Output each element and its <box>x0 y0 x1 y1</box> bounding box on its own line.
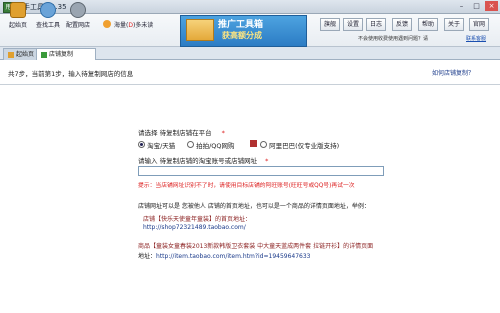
unread-count: )多未读 <box>132 22 154 29</box>
close-button[interactable]: × <box>485 1 498 11</box>
config-shop-label: 配置网店 <box>65 22 90 29</box>
settings-button[interactable]: 设置 <box>343 18 363 31</box>
shop-url-input[interactable] <box>138 166 384 176</box>
tab-home-label: 起始页 <box>16 51 35 58</box>
platform-label-text: 请选择 待复制店铺在平台 <box>138 129 212 137</box>
notice-text: 不会使用收费使用遇到问题？请 <box>358 36 429 42</box>
example2-prefix: 地址： <box>138 253 157 260</box>
step-indicator: 共7步，当前第1步，输入待复制网店的信息 <box>8 70 134 78</box>
feedback-button[interactable]: 反馈 <box>392 18 412 31</box>
find-tools-label: 查找工具 <box>35 22 60 29</box>
official-site-button[interactable]: 官网 <box>469 18 489 31</box>
description-text: 店铺网址可以是 您被他人 店铺的首页地址，也可以是一个商品的详情页面地址，举例： <box>138 203 370 210</box>
option-taobao-label: 淘宝/天猫 <box>147 142 176 150</box>
contact-support-link[interactable]: 联系客服 <box>466 35 486 42</box>
log-button[interactable]: 日志 <box>366 18 386 31</box>
user-status[interactable]: 海量(D)多未读 <box>114 20 153 29</box>
howto-link[interactable]: 如何店铺复制？ <box>432 68 474 77</box>
option-alibaba-label: 阿里巴巴(仅专业版支持) <box>269 142 340 150</box>
banner-line2: 获高额分成 <box>222 31 262 40</box>
banner-line1: 推广工具箱 <box>218 20 264 30</box>
radio-icon[interactable] <box>260 141 267 148</box>
example2-title: 商品【童装女童春装2013新款韩版卫衣套装 中大童天蓝成两件套 拉链开衫】的详情… <box>138 243 374 250</box>
flagship-button[interactable]: 旗舰 <box>320 18 340 31</box>
home-icon <box>8 51 14 58</box>
home-icon <box>10 2 26 18</box>
minimize-button[interactable]: – <box>455 1 468 11</box>
required-mark: * <box>265 157 269 165</box>
home-toolbar-button[interactable]: 起始页 <box>4 2 32 30</box>
maximize-button[interactable]: □ <box>470 1 483 11</box>
url-label: 请输入 待复制店铺的淘宝账号或店铺网址 * <box>138 155 268 165</box>
home-toolbar-label: 起始页 <box>8 22 27 29</box>
magnifier-icon <box>40 2 56 18</box>
tab-copy-label: 店铺复制 <box>49 51 74 58</box>
radio-icon[interactable] <box>187 141 194 148</box>
check-icon <box>41 51 47 58</box>
option-paipai-label: 拍拍/QQ网购 <box>196 142 235 150</box>
example2-url[interactable]: http://item.taobao.com/item.htm?id=19459… <box>156 253 310 260</box>
example1-url[interactable]: http://shop72321489.taobao.com/ <box>143 224 246 231</box>
about-button[interactable]: 关于 <box>444 18 464 31</box>
gear-icon <box>70 2 86 18</box>
config-shop-button[interactable]: 配置网店 <box>64 2 92 30</box>
toolbox-icon <box>186 19 214 41</box>
hint-text: 提示：当店铺网址识别不了时，请使用目标店铺的阿旺账号(旺旺号或QQ号)再试一次 <box>138 183 355 189</box>
tab-shop-copy[interactable]: 店铺复制 <box>36 48 96 60</box>
user-name: 海量( <box>114 22 129 29</box>
example1-title: 店铺【快乐天使童年童装】的首页地址： <box>143 216 252 223</box>
option-taobao[interactable]: 淘宝/天猫 <box>138 140 175 150</box>
radio-selected-icon[interactable] <box>138 141 145 148</box>
alibaba-icon <box>250 140 257 147</box>
user-icon <box>103 20 111 28</box>
help-button[interactable]: 帮助 <box>418 18 438 31</box>
url-label-text: 请输入 待复制店铺的淘宝账号或店铺网址 <box>138 157 258 165</box>
required-mark: * <box>221 129 225 137</box>
example2-address: 地址：http://item.taobao.com/item.htm?id=19… <box>138 251 311 260</box>
option-alibaba[interactable]: 阿里巴巴(仅专业版支持) <box>250 140 339 150</box>
platform-label: 请选择 待复制店铺在平台 * <box>138 127 225 137</box>
option-paipai[interactable]: 拍拍/QQ网购 <box>187 140 235 150</box>
find-tools-button[interactable]: 查找工具 <box>34 2 62 30</box>
